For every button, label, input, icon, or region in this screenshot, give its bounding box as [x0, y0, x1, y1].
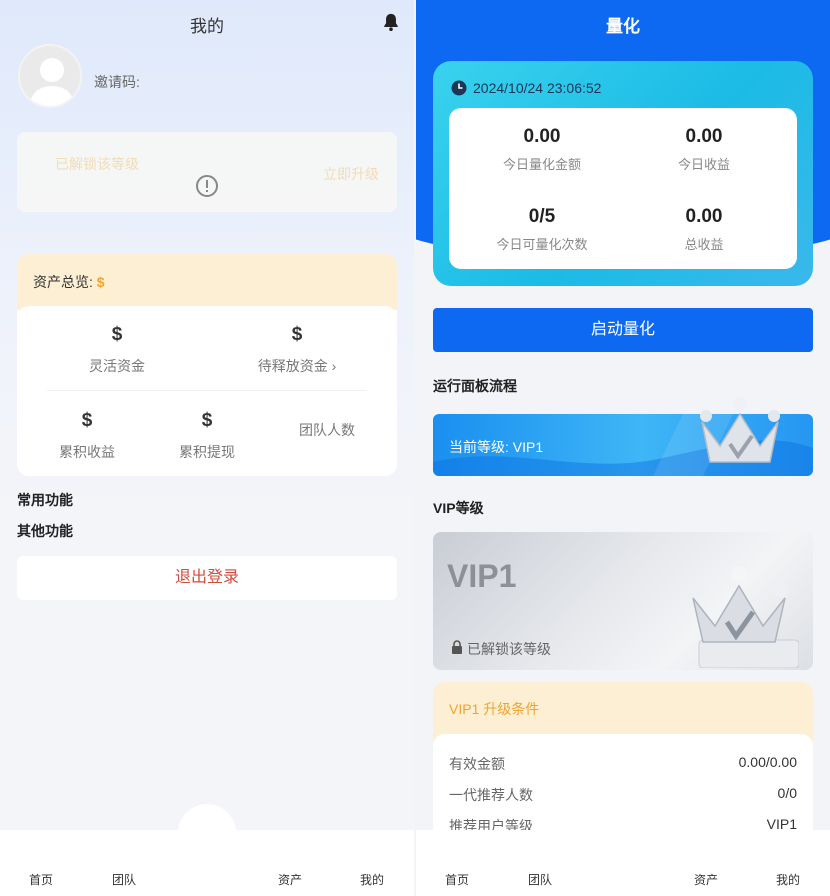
stat-flexible-funds[interactable]: $ 灵活资金 [57, 324, 177, 376]
stat-label: 累积提现 [179, 444, 235, 460]
condition-row: 有效金额 0.00/0.00 [449, 754, 797, 774]
assets-overview-currency: $ [96, 274, 105, 290]
stat-total-income: 0.00 总收益 [624, 206, 784, 253]
assets-stats: $ 灵活资金 $ 待释放资金 › $ 累积收益 $ 累积提现 团队人数 [17, 306, 397, 476]
condition-value: 0.00/0.00 [738, 754, 797, 770]
stat-label: 待释放资金 › [257, 358, 337, 374]
tab-team[interactable]: 团队 [528, 871, 552, 888]
bell-icon[interactable] [382, 12, 400, 32]
page-title: 量化 [606, 17, 640, 36]
stat-accumulated-withdrawal[interactable]: $ 累积提现 [147, 410, 267, 462]
upgrade-conditions-title: VIP1 升级条件 [449, 701, 540, 717]
condition-label: 一代推荐人数 [449, 787, 533, 803]
start-quant-button[interactable]: 启动量化 [433, 308, 813, 352]
assets-overview-card: 资产总览: $ $ 灵活资金 $ 待释放资金 › $ 累积收益 $ 累积提现 团… [17, 254, 397, 476]
flow-heading: 运行面板流程 [433, 378, 517, 394]
page-title: 我的 [190, 17, 224, 36]
vip-unlocked-text: 已解锁该等级 [55, 156, 139, 172]
stat-value: 0/5 [528, 206, 556, 227]
stat-label: 今日量化金额 [502, 157, 581, 172]
condition-value: 0/0 [777, 785, 797, 801]
stat-accumulated-income[interactable]: $ 累积收益 [27, 410, 147, 462]
stat-value: $ [111, 324, 123, 345]
center-fab-button[interactable] [594, 804, 652, 862]
vip-status-card[interactable]: 已解锁该等级 立即升级 [17, 132, 397, 212]
divider [47, 390, 367, 391]
stat-value: 0.00 [523, 126, 561, 147]
stat-label: 灵活资金 [89, 358, 145, 374]
center-fab-button[interactable] [178, 804, 236, 862]
vip-crown-icon [690, 566, 799, 668]
condition-row: 一代推荐人数 0/0 [449, 785, 797, 805]
stat-value: $ [81, 410, 93, 431]
vip-level-name: VIP1 [447, 558, 517, 594]
stat-value: 0.00 [685, 206, 723, 227]
stat-value: $ [291, 324, 303, 345]
info-icon [196, 175, 218, 197]
stat-value: 0.00 [685, 126, 723, 147]
tab-mine[interactable]: 我的 [360, 871, 384, 888]
tab-bar: 首页 团队 资产 我的 [0, 804, 414, 896]
invite-code-label: 邀请码: [94, 74, 140, 90]
tab-assets[interactable]: 资产 [694, 871, 718, 888]
stat-team-size[interactable]: 团队人数 [267, 410, 387, 440]
stat-today-quant-count: 0/5 今日可量化次数 [462, 206, 622, 253]
quant-screen: 量化 2024/10/24 23:06:52 0.00 今日量化金额 0.00 … [416, 0, 830, 896]
vip-unlock-status: 已解锁该等级 [467, 641, 551, 657]
lock-icon [452, 640, 462, 654]
current-datetime: 2024/10/24 23:06:52 [473, 80, 602, 96]
tab-assets[interactable]: 资产 [278, 871, 302, 888]
quant-summary-card: 2024/10/24 23:06:52 0.00 今日量化金额 0.00 今日收… [433, 61, 813, 286]
vip-levels-heading: VIP等级 [433, 500, 484, 516]
tab-home[interactable]: 首页 [445, 871, 469, 888]
stat-label: 团队人数 [299, 422, 355, 438]
clock-icon [451, 80, 467, 96]
logout-button[interactable]: 退出登录 [17, 556, 397, 600]
stat-value: $ [201, 410, 213, 431]
stat-label: 今日收益 [677, 157, 730, 172]
profile-screen: 我的 邀请码: 已解锁该等级 立即升级 资产总览: $ $ 灵活资金 $ 待释放… [0, 0, 414, 896]
vip-level-card[interactable]: VIP1 已解锁该等级 [433, 532, 813, 670]
tab-bar: 首页 团队 资产 我的 [416, 804, 830, 896]
upgrade-now-link[interactable]: 立即升级 [323, 164, 379, 184]
common-functions-heading: 常用功能 [17, 492, 73, 508]
stat-today-income: 0.00 今日收益 [624, 126, 784, 173]
stat-label: 总收益 [684, 237, 724, 252]
assets-overview-label: 资产总览: [33, 274, 93, 290]
stat-pending-release[interactable]: $ 待释放资金 › [237, 324, 357, 376]
stat-label: 累积收益 [59, 444, 115, 460]
tab-mine[interactable]: 我的 [776, 871, 800, 888]
crown-icon [700, 397, 780, 463]
other-functions-heading: 其他功能 [17, 523, 73, 539]
avatar[interactable] [18, 44, 82, 108]
tab-home[interactable]: 首页 [29, 871, 53, 888]
current-level-text: 当前等级: VIP1 [449, 439, 544, 455]
stat-label: 今日可量化次数 [496, 237, 588, 252]
tab-team[interactable]: 团队 [112, 871, 136, 888]
condition-label: 有效金额 [449, 756, 505, 772]
quant-stats-panel: 0.00 今日量化金额 0.00 今日收益 0/5 今日可量化次数 0.00 总… [449, 108, 797, 269]
stat-today-quant-amount: 0.00 今日量化金额 [462, 126, 622, 173]
assets-overview-header: 资产总览: $ [17, 254, 397, 310]
